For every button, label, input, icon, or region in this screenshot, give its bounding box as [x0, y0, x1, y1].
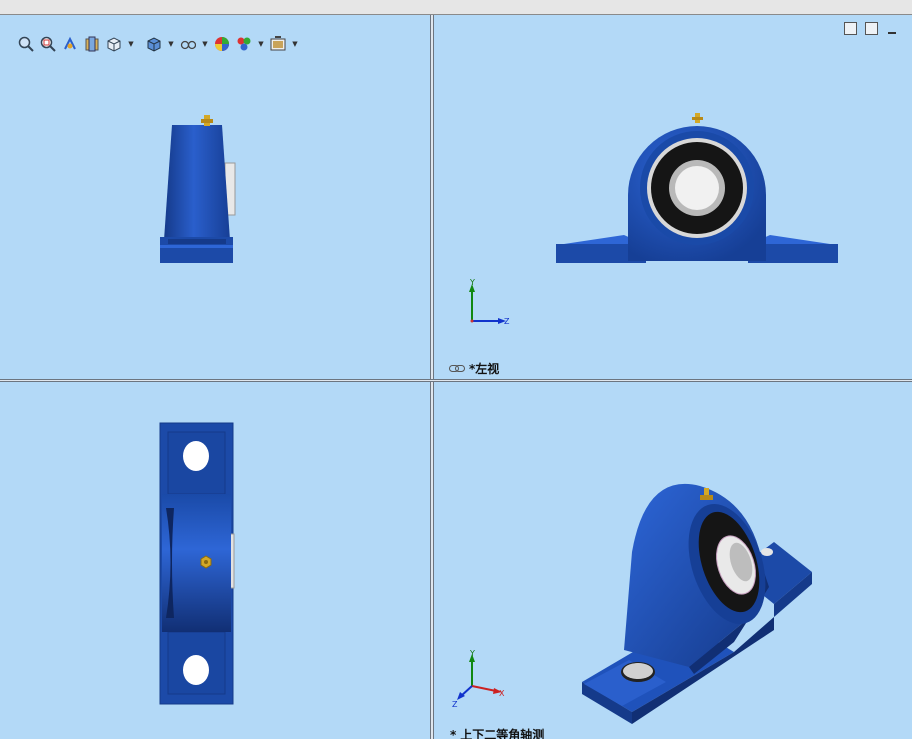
triad-dimetric-view: Y X Z [452, 649, 505, 709]
hide-show-items-icon[interactable] [178, 34, 198, 54]
display-style-dropdown[interactable]: ▼ [166, 34, 176, 54]
viewport-splitter-horizontal[interactable] [0, 379, 912, 382]
minimize-viewport-button[interactable] [886, 22, 899, 35]
view-toolbar: ▼ ▼ ▼ ▼ ▼ [16, 34, 300, 54]
triad-left-view: Y Z [469, 278, 510, 326]
view-orientation-icon[interactable] [104, 34, 124, 54]
apply-scene-icon[interactable] [234, 34, 254, 54]
display-style-icon[interactable] [144, 34, 164, 54]
viewport-top-right[interactable]: Y Z * 左视 [434, 15, 912, 379]
part-dimetric-view: Y X Z [452, 483, 812, 724]
svg-text:Y: Y [469, 278, 475, 287]
restore-viewport-button[interactable] [844, 22, 857, 35]
zoom-to-fit-icon[interactable] [16, 34, 36, 54]
viewport-splitter-vertical[interactable] [430, 15, 434, 739]
view-settings-dropdown[interactable]: ▼ [290, 34, 300, 54]
part-left-view: Y Z [469, 113, 838, 326]
apply-scene-dropdown[interactable]: ▼ [256, 34, 266, 54]
edit-appearance-icon[interactable] [212, 34, 232, 54]
viewport-bottom-right[interactable]: Y X Z * 上下二等角轴测 [434, 382, 912, 739]
window-top-strip [0, 0, 912, 15]
hide-show-items-dropdown[interactable]: ▼ [200, 34, 210, 54]
viewport-controls [844, 22, 899, 35]
part-top-view [159, 422, 235, 705]
svg-text:X: X [499, 689, 505, 698]
viewport-bottom-left[interactable] [0, 382, 430, 739]
svg-text:Z: Z [504, 317, 510, 326]
view-settings-icon[interactable] [268, 34, 288, 54]
zoom-to-area-icon[interactable] [38, 34, 58, 54]
view-label-text: 左视 [475, 362, 500, 376]
view-orientation-dropdown[interactable]: ▼ [126, 34, 136, 54]
part-side-view [160, 115, 236, 263]
view-label-prefix: * [450, 727, 457, 739]
viewport-top-left[interactable]: ▼ ▼ ▼ ▼ ▼ [0, 15, 430, 379]
previous-view-icon[interactable] [60, 34, 80, 54]
view-label-dimetric: * 上下二等角轴测 [450, 726, 544, 739]
link-views-icon[interactable] [449, 364, 465, 373]
svg-text:Z: Z [452, 700, 458, 709]
section-view-icon[interactable] [82, 34, 102, 54]
view-label-left: * 左视 [449, 360, 499, 377]
svg-text:Y: Y [469, 649, 475, 658]
view-label-text: 上下二等角轴测 [460, 728, 545, 739]
tile-viewport-button[interactable] [865, 22, 878, 35]
